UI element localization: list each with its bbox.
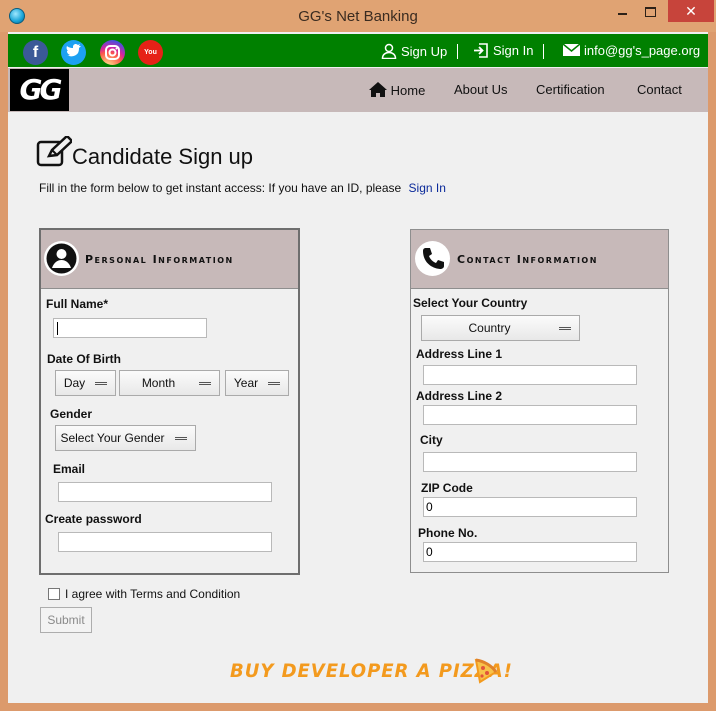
instagram-icon[interactable] (100, 40, 125, 65)
zip-input[interactable]: 0 (423, 497, 637, 517)
dob-label: Date Of Birth (47, 352, 122, 366)
contact-panel-title: Contact Information (457, 253, 598, 266)
nav-bar: GG Home About Us Certification Contact (8, 68, 708, 112)
divider (543, 44, 544, 59)
facebook-icon[interactable]: f (23, 40, 48, 65)
pizza-icon[interactable] (474, 658, 498, 684)
youtube-icon[interactable]: You (138, 40, 163, 65)
phone-label: Phone No. (418, 526, 478, 540)
city-label: City (420, 433, 443, 447)
day-dropdown[interactable]: Day (55, 370, 116, 396)
user-icon (381, 43, 397, 60)
address2-input[interactable] (423, 405, 637, 425)
password-field[interactable] (58, 532, 272, 552)
nav-certification[interactable]: Certification (536, 82, 605, 97)
dropdown-arrow-icon (268, 382, 280, 385)
address2-label: Address Line 2 (416, 389, 503, 403)
nav-home[interactable]: Home (369, 82, 425, 98)
personal-panel-header: Personal Information (41, 230, 298, 289)
buy-developer-pizza-banner[interactable]: BUY DEVELOPER A PIZZA! (230, 660, 513, 682)
submit-button[interactable]: Submit (40, 607, 92, 633)
password-label: Create password (45, 512, 142, 526)
gender-label: Gender (50, 407, 93, 421)
month-dropdown[interactable]: Month (119, 370, 220, 396)
nav-home-label: Home (390, 83, 426, 98)
terms-label[interactable]: I agree with Terms and Condition (65, 587, 240, 601)
phone-input[interactable]: 0 (423, 542, 637, 562)
full-name-label: Full Name* (46, 297, 109, 311)
terms-checkbox[interactable] (48, 588, 60, 600)
gg-logo[interactable]: GG (10, 69, 69, 111)
divider (457, 44, 458, 59)
envelope-icon (562, 43, 581, 56)
dropdown-arrow-icon (175, 437, 187, 440)
gender-dropdown[interactable]: Select Your Gender (55, 425, 196, 451)
sign-in-link[interactable]: Sign In (473, 43, 533, 58)
email-label: info@gg's_page.org (584, 43, 701, 58)
personal-panel-title: Personal Information (85, 253, 234, 266)
email-link[interactable]: info@gg's_page.org (562, 43, 701, 58)
nav-contact[interactable]: Contact (637, 82, 682, 97)
subtitle-text: Fill in the form below to get instant ac… (39, 181, 402, 195)
address1-label: Address Line 1 (416, 347, 503, 361)
text-caret (57, 322, 58, 335)
nav-about-us[interactable]: About Us (454, 82, 507, 97)
page-subtitle: Fill in the form below to get instant ac… (39, 181, 446, 195)
twitter-icon[interactable] (61, 40, 86, 65)
phone-icon (415, 241, 450, 276)
sign-in-label: Sign In (493, 43, 534, 58)
app-client-area: f You Sign Up Sign In info@gg's_page.org… (8, 32, 708, 703)
year-dropdown[interactable]: Year (225, 370, 289, 396)
page-title: Candidate Sign up (72, 144, 254, 169)
address1-input[interactable] (423, 365, 637, 385)
sign-up-label: Sign Up (401, 44, 448, 59)
sign-up-link[interactable]: Sign Up (381, 43, 448, 60)
top-bar: f You Sign Up Sign In info@gg's_page.org (8, 34, 708, 67)
personal-information-panel: Personal Information Full Name* Date Of … (39, 228, 300, 575)
edit-icon (36, 136, 72, 167)
subtitle-sign-in-link[interactable]: Sign In (409, 181, 446, 195)
maximize-button[interactable] (634, 0, 668, 22)
contact-panel-header: Contact Information (411, 230, 668, 289)
city-input[interactable] (423, 452, 637, 472)
dropdown-arrow-icon (95, 382, 107, 385)
contact-information-panel: Contact Information Select Your Country … (410, 229, 669, 573)
window-titlebar[interactable]: GG's Net Banking ✕ (0, 0, 716, 32)
email-field[interactable] (58, 482, 272, 502)
zip-label: ZIP Code (421, 481, 473, 495)
dropdown-arrow-icon (199, 382, 211, 385)
email-field-label: Email (53, 462, 86, 476)
home-icon (369, 82, 387, 97)
dropdown-arrow-icon (559, 327, 571, 330)
person-icon (44, 241, 79, 276)
country-dropdown[interactable]: Country (421, 315, 580, 341)
full-name-input[interactable] (53, 318, 207, 338)
close-button[interactable]: ✕ (668, 0, 714, 22)
sign-in-icon (474, 43, 488, 58)
country-label: Select Your Country (413, 296, 528, 310)
